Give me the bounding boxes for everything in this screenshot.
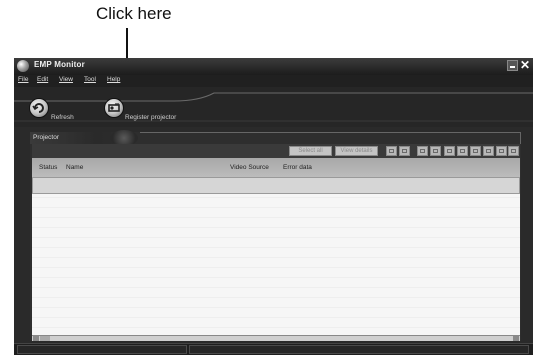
- panel-tab-label: Projector: [33, 134, 60, 141]
- menu-view[interactable]: View: [59, 76, 73, 83]
- select-all-button[interactable]: Select all: [289, 146, 332, 156]
- scroll-left-icon[interactable]: [33, 336, 39, 341]
- title-bar: EMP Monitor ✕: [14, 58, 533, 76]
- refresh-icon[interactable]: [29, 98, 49, 118]
- layout-icon[interactable]: [417, 146, 428, 156]
- menu-help[interactable]: Help: [107, 76, 120, 83]
- column-name[interactable]: Name: [66, 164, 83, 171]
- display-icon[interactable]: [444, 146, 455, 156]
- settings-icon[interactable]: [483, 146, 494, 156]
- menu-tool[interactable]: Tool: [84, 76, 96, 83]
- minimize-icon[interactable]: [507, 60, 518, 71]
- screen-icon[interactable]: [470, 146, 481, 156]
- app-logo-icon: [17, 60, 29, 72]
- list-header-row: Status Name Video Source Error data: [32, 158, 520, 177]
- column-error-data[interactable]: Error data: [283, 164, 312, 171]
- projector-panel: Projector Select all View details Status…: [30, 130, 521, 341]
- close-icon[interactable]: ✕: [520, 58, 530, 72]
- register-projector-label[interactable]: Register projector: [125, 114, 176, 121]
- register-projector-icon[interactable]: [104, 98, 124, 118]
- layout-alt-icon[interactable]: [430, 146, 441, 156]
- refresh-label[interactable]: Refresh: [51, 114, 74, 121]
- scroll-thumb[interactable]: [40, 336, 50, 341]
- toolbar: Refresh Register projector: [14, 87, 533, 127]
- status-cell: [189, 345, 529, 354]
- menu-edit[interactable]: Edit: [37, 76, 48, 83]
- column-status[interactable]: Status: [39, 164, 57, 171]
- panel-border: [140, 132, 521, 133]
- view-details-button[interactable]: View details: [335, 146, 378, 156]
- info-icon[interactable]: [386, 146, 397, 156]
- column-video-source[interactable]: Video Source: [230, 164, 269, 171]
- toolbar-swoosh-decoration: [14, 92, 533, 122]
- projector-list[interactable]: [32, 177, 520, 335]
- status-bar: [14, 343, 533, 355]
- panel-content: Select all View details Status Name Vide…: [32, 144, 520, 341]
- monitor-icon[interactable]: [457, 146, 468, 156]
- list-item[interactable]: [32, 177, 520, 194]
- window-title: EMP Monitor: [34, 60, 85, 69]
- horizontal-scrollbar[interactable]: [32, 335, 520, 341]
- scroll-right-icon[interactable]: [513, 336, 519, 341]
- status-cell: [17, 345, 187, 354]
- refresh-small-icon[interactable]: [399, 146, 410, 156]
- list-icon[interactable]: [508, 146, 519, 156]
- app-window: EMP Monitor ✕ File Edit View Tool Help R…: [14, 58, 533, 355]
- menu-file[interactable]: File: [18, 76, 28, 83]
- panel-border-right: [520, 132, 521, 144]
- callout-label: Click here: [96, 4, 172, 23]
- grid-icon[interactable]: [496, 146, 507, 156]
- panel-button-row: Select all View details: [32, 144, 520, 158]
